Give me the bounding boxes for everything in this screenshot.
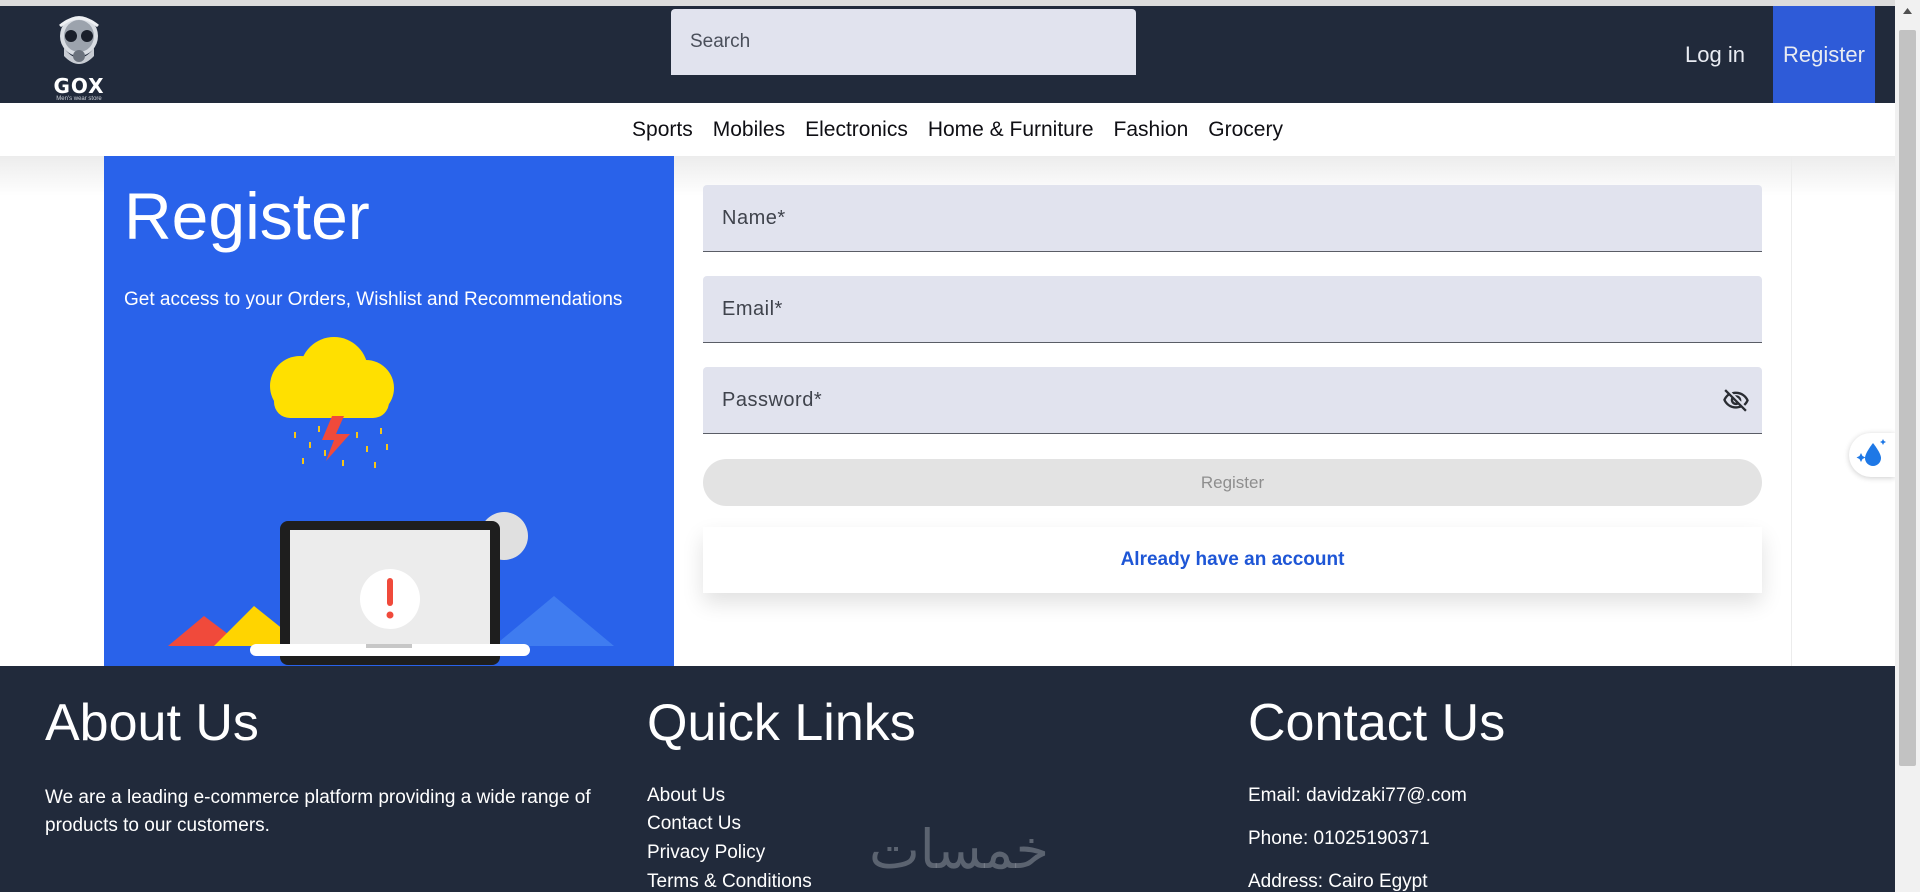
scroll-up-arrow-icon[interactable]	[1895, 0, 1920, 22]
category-grocery[interactable]: Grocery	[1208, 118, 1283, 142]
scrollbar-thumb[interactable]	[1899, 30, 1916, 766]
khamsat-watermark: خمسات	[869, 818, 1049, 881]
panel-divider	[1791, 156, 1792, 666]
footer-link-about[interactable]: About Us	[647, 785, 725, 807]
category-fashion[interactable]: Fashion	[1114, 118, 1189, 142]
category-mobiles[interactable]: Mobiles	[713, 118, 785, 142]
password-field[interactable]	[703, 367, 1762, 434]
laptop-error-illustration	[168, 337, 614, 665]
store-logo[interactable]: GOX Men's wear store	[48, 12, 110, 104]
footer-link-terms[interactable]: Terms & Conditions	[647, 871, 812, 892]
category-sports[interactable]: Sports	[632, 118, 693, 142]
top-navbar: GOX Men's wear store Log in Register	[0, 0, 1895, 103]
contact-phone: Phone: 01025190371	[1248, 828, 1430, 849]
quick-links-title: Quick Links	[647, 694, 916, 752]
about-text: We are a leading e-commerce platform pro…	[45, 787, 591, 836]
category-electronics[interactable]: Electronics	[805, 118, 908, 142]
logo-subtitle: Men's wear store	[56, 96, 102, 102]
contact-title: Contact Us	[1248, 694, 1506, 752]
promo-subtitle: Get access to your Orders, Wishlist and …	[124, 289, 623, 310]
watermark-text: خمسات	[869, 818, 1049, 881]
footer-link-privacy[interactable]: Privacy Policy	[647, 842, 765, 864]
email-input[interactable]	[703, 276, 1762, 342]
search-input[interactable]	[671, 9, 1136, 75]
site-footer: About Us We are a leading e-commerce pla…	[0, 666, 1895, 892]
login-button[interactable]: Log in	[1660, 6, 1770, 103]
floating-widget[interactable]	[1849, 433, 1895, 477]
about-title: About Us	[45, 694, 259, 752]
contact-address: Address: Cairo Egypt	[1248, 871, 1428, 892]
register-promo-panel: Register Get access to your Orders, Wish…	[104, 156, 674, 666]
already-account-card: Already have an account	[703, 527, 1762, 593]
footer-link-contact[interactable]: Contact Us	[647, 813, 741, 835]
already-have-account-link[interactable]: Already have an account	[1121, 549, 1345, 571]
skull-logo-icon	[59, 16, 99, 64]
eye-off-icon[interactable]	[1722, 387, 1750, 415]
page-scrollbar[interactable]	[1895, 0, 1920, 892]
promo-title: Register	[124, 179, 370, 253]
storm-cloud-icon	[270, 337, 394, 468]
name-field[interactable]	[703, 185, 1762, 252]
category-nav: Sports Mobiles Electronics Home & Furnit…	[0, 103, 1895, 156]
logo-title: GOX	[53, 74, 105, 98]
name-input[interactable]	[703, 185, 1762, 251]
contact-email: Email: davidzaki77@.com	[1248, 785, 1467, 806]
register-submit-button[interactable]: Register	[703, 459, 1762, 506]
register-nav-button[interactable]: Register	[1773, 6, 1875, 103]
password-input[interactable]	[703, 367, 1762, 433]
category-home-furniture[interactable]: Home & Furniture	[928, 118, 1094, 142]
email-field[interactable]	[703, 276, 1762, 343]
water-drop-sparkle-icon	[1856, 439, 1886, 466]
